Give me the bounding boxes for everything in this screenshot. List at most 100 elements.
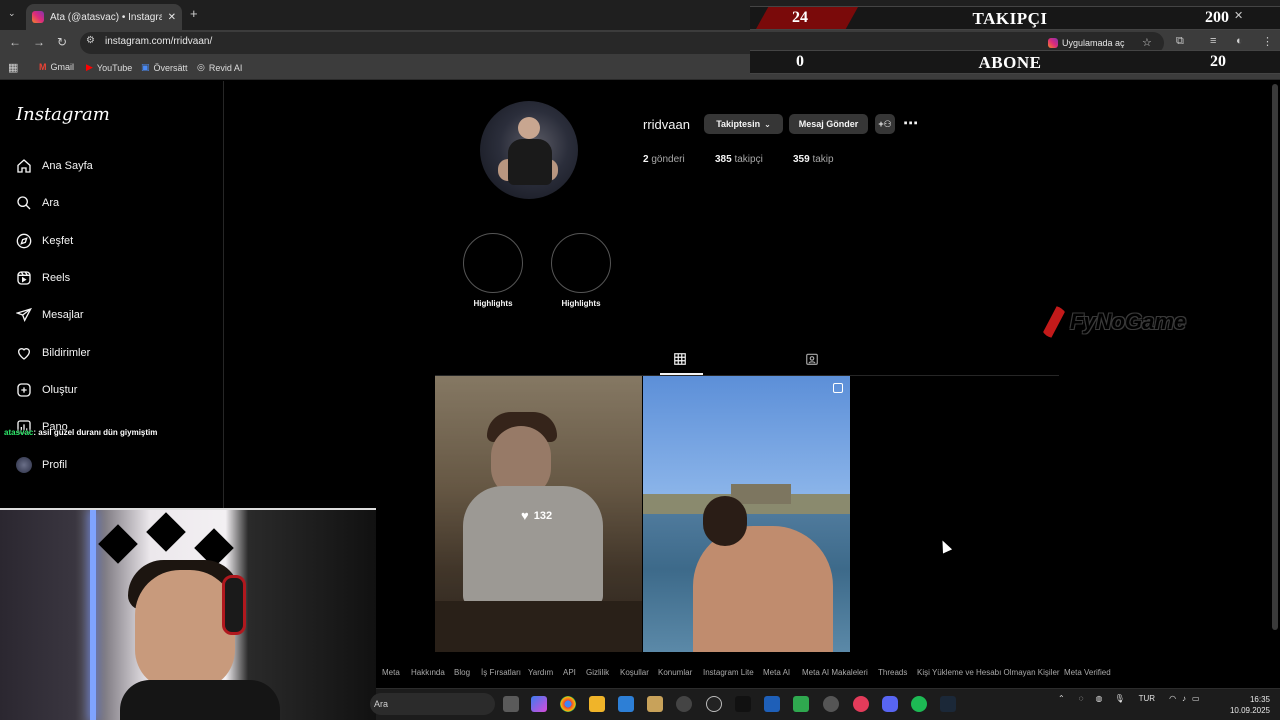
language-indicator[interactable]: TUR — [1139, 694, 1155, 703]
bookmark-revid[interactable]: ◎ Revid AI — [197, 62, 242, 73]
followers-goal-row: 24 TAKIPÇI 200 — [750, 6, 1280, 30]
sidebar-item-search[interactable]: Ara — [16, 195, 59, 211]
footer-link[interactable]: Yardım — [528, 668, 553, 677]
browser-tab[interactable]: Ata (@atasvac) • Instagram foto ✕ — [26, 4, 182, 30]
system-tray: ⌃ ◌ ◍ 🎙 TUR ◠ ♪ ▭ — [1058, 694, 1200, 703]
task-view-icon[interactable] — [503, 696, 519, 712]
new-tab-icon[interactable]: + — [190, 6, 198, 21]
bookmark-translate[interactable]: ▣ Översätt — [141, 62, 188, 73]
site-info-icon[interactable]: ⚙ — [86, 35, 95, 46]
footer-link[interactable]: Kişi Yükleme ve Hesabı Olmayan Kişiler — [917, 668, 1060, 677]
profile-username: rridvaan — [643, 117, 690, 132]
window-close-icon[interactable]: ✕ — [1234, 9, 1243, 22]
grid-icon — [674, 353, 686, 365]
footer-link[interactable]: İş Fırsatları — [481, 668, 521, 677]
chrome-icon[interactable] — [560, 696, 576, 712]
channel-watermark: FyNoGame — [1040, 306, 1186, 338]
sidebar-item-reels[interactable]: Reels — [16, 270, 70, 286]
mic-icon[interactable]: 🎙 — [1114, 694, 1124, 703]
obs-icon[interactable] — [676, 696, 692, 712]
bookmark-youtube[interactable]: ▶ YouTube — [86, 62, 132, 73]
more-options-icon[interactable]: ⋯ — [903, 114, 919, 132]
tab-tagged[interactable] — [805, 352, 819, 371]
home-icon — [17, 159, 31, 173]
system-clock[interactable]: 16:35 10.09.2025 — [1226, 694, 1270, 716]
store-icon[interactable] — [618, 696, 634, 712]
instagram-favicon-icon — [32, 11, 44, 23]
chevron-up-icon[interactable]: ⌃ — [1058, 694, 1065, 703]
tab-search-icon[interactable]: ⌄ — [8, 8, 16, 19]
lightning-logo-icon — [1040, 306, 1068, 338]
suggested-users-button[interactable]: +⚇ — [875, 114, 895, 134]
search-icon — [17, 196, 31, 210]
steam-icon[interactable] — [940, 696, 956, 712]
youtube-icon: ▶ — [86, 62, 93, 72]
close-tab-icon[interactable]: ✕ — [168, 12, 176, 23]
reload-icon[interactable]: ↻ — [57, 35, 67, 49]
tray-app-icon-2[interactable]: ◍ — [1095, 694, 1102, 703]
subscribers-goal-row: 0 ABONE 20 — [750, 50, 1280, 74]
apps-grid-icon[interactable]: ▦ — [8, 61, 18, 74]
chat-username: atasvac — [4, 428, 34, 437]
translate-icon: ▣ — [141, 62, 150, 72]
footer-link[interactable]: Threads — [878, 668, 907, 677]
send-message-button[interactable]: Mesaj Gönder — [789, 114, 868, 134]
following-count[interactable]: 359 takip — [793, 154, 834, 165]
scrollbar[interactable] — [1272, 84, 1278, 630]
footer-link[interactable]: Meta AI — [763, 668, 790, 677]
profile-avatar[interactable] — [480, 101, 578, 199]
subscribers-goal: 20 — [1210, 53, 1226, 70]
highlight-label-2: Highlights — [561, 299, 601, 308]
sidebar-item-home[interactable]: Ana Sayfa — [16, 158, 93, 174]
sidebar-item-messages[interactable]: Mesajlar — [16, 307, 84, 323]
highlight-circle-2[interactable] — [551, 233, 611, 293]
following-button[interactable]: Takiptesin ⌄ — [704, 114, 783, 134]
bookmark-gmail[interactable]: M Gmail — [39, 62, 74, 72]
footer-link[interactable]: Instagram Lite — [703, 668, 754, 677]
copilot-icon[interactable] — [531, 696, 547, 712]
volume-icon[interactable]: ♪ — [1182, 694, 1186, 703]
footer-link[interactable]: Meta AI Makaleleri — [802, 668, 868, 677]
spotify-icon[interactable] — [911, 696, 927, 712]
game-app-icon[interactable] — [647, 696, 663, 712]
media-icon[interactable] — [853, 696, 869, 712]
highlight-circle-1[interactable] — [463, 233, 523, 293]
footer-link[interactable]: Meta — [382, 668, 400, 677]
carousel-icon — [833, 383, 843, 393]
chevron-down-icon: ⌄ — [764, 119, 771, 129]
tiktok-icon[interactable] — [735, 696, 751, 712]
file-explorer-icon[interactable] — [589, 696, 605, 712]
tool-icon[interactable] — [823, 696, 839, 712]
chat-app-icon[interactable] — [793, 696, 809, 712]
sidebar-item-profile[interactable]: Profil — [16, 457, 67, 473]
followers-count[interactable]: 385 takipçi — [715, 154, 763, 165]
tab-posts-grid[interactable] — [673, 352, 687, 371]
tray-app-icon[interactable]: ◌ — [1079, 694, 1084, 703]
sidebar-item-explore[interactable]: Keşfet — [16, 233, 73, 249]
reels-icon — [17, 271, 31, 285]
footer-link[interactable]: Meta Verified — [1064, 668, 1111, 677]
footer-link[interactable]: Blog — [454, 668, 470, 677]
instagram-logo[interactable]: Instagram — [16, 104, 110, 125]
wifi-icon[interactable]: ◠ — [1169, 694, 1176, 703]
sidebar-item-create[interactable]: Oluştur — [16, 382, 77, 398]
discord-icon[interactable] — [882, 696, 898, 712]
footer-link[interactable]: Koşullar — [620, 668, 649, 677]
editor-icon[interactable] — [764, 696, 780, 712]
taskbar-search[interactable]: Ara — [370, 693, 495, 715]
footer-link[interactable]: Konumlar — [658, 668, 692, 677]
heart-icon — [17, 348, 31, 360]
url-text[interactable]: instagram.com/rridvaan/ — [105, 36, 212, 47]
footer-link[interactable]: Hakkında — [411, 668, 445, 677]
footer-link[interactable]: API — [563, 668, 576, 677]
footer-link[interactable]: Gizlilik — [586, 668, 609, 677]
followers-current: 24 — [792, 9, 808, 26]
tagged-icon — [806, 353, 818, 365]
battery-icon[interactable]: ▭ — [1192, 694, 1200, 703]
forward-icon[interactable]: → — [33, 35, 45, 49]
highlight-label-1: Highlights — [473, 299, 513, 308]
sidebar-item-notifications[interactable]: Bildirimler — [16, 345, 90, 361]
post-thumbnail-2[interactable] — [643, 376, 850, 652]
chatgpt-icon[interactable] — [706, 696, 722, 712]
back-icon[interactable]: ← — [9, 35, 21, 49]
